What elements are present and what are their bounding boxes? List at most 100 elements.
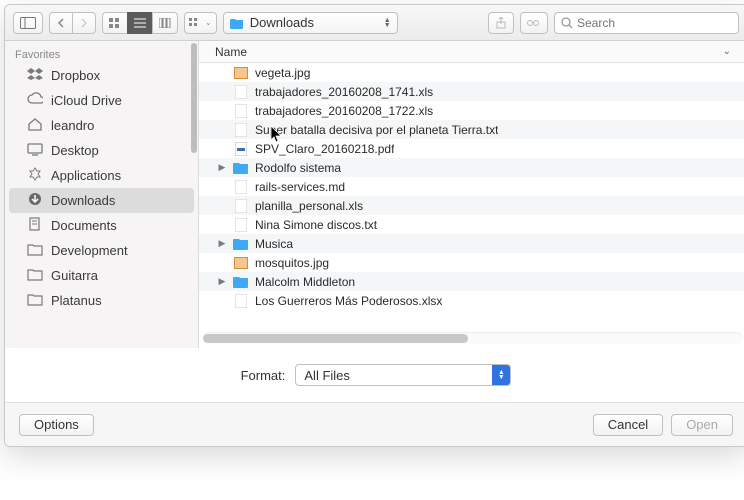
sidebar-item-downloads[interactable]: Downloads [9,188,194,213]
forward-button[interactable] [72,12,96,34]
disclosure-triangle[interactable]: ▶ [217,276,227,287]
sidebar-item-label: Platanus [51,293,102,308]
file-row[interactable]: trabajadores_20160208_1722.xls [199,101,744,120]
folder-icon [233,237,249,251]
footer: Options Cancel Open [5,402,744,446]
doc-icon [233,104,249,118]
path-popup[interactable]: Downloads ▲▼ [223,12,398,34]
group-button[interactable]: ⌄ [184,12,217,34]
horizontal-scrollbar[interactable] [203,332,743,344]
search-input[interactable] [577,16,732,30]
open-button[interactable]: Open [671,414,733,436]
file-name: Musica [255,237,293,251]
view-mode-buttons [102,12,178,34]
doc-icon [233,199,249,213]
share-button[interactable] [488,12,514,34]
format-label: Format: [241,368,286,383]
file-row[interactable]: Nina Simone discos.txt [199,215,744,234]
column-view-button[interactable] [152,12,178,34]
file-row[interactable]: ▶ Musica [199,234,744,253]
sidebar-item-label: Applications [51,168,121,183]
chevron-down-icon: ⌄ [723,46,731,57]
documents-icon [27,217,43,234]
list-view-button[interactable] [127,12,152,34]
doc-icon [233,218,249,232]
file-name: trabajadores_20160208_1722.xls [255,104,433,118]
folder-icon [233,161,249,175]
img-icon [233,256,249,270]
sidebar-item-label: iCloud Drive [51,93,122,108]
file-name: Super batalla decisiva por el planeta Ti… [255,123,498,137]
nav-buttons [49,12,96,34]
file-name: rails-services.md [255,180,345,194]
folder-icon [233,275,249,289]
sidebar-item-leandro[interactable]: leandro [9,113,194,138]
file-name: Rodolfo sistema [255,161,341,175]
file-row[interactable]: trabajadores_20160208_1741.xls [199,82,744,101]
file-name: Nina Simone discos.txt [255,218,377,232]
sidebar-item-label: Development [51,243,128,258]
doc-icon [233,294,249,308]
file-name: vegeta.jpg [255,66,310,80]
path-label: Downloads [250,15,314,30]
folder-icon [27,267,43,284]
pdf-icon [233,142,249,156]
sidebar-item-label: Guitarra [51,268,98,283]
sidebar-item-applications[interactable]: Applications [9,163,194,188]
sidebar-item-label: leandro [51,118,94,133]
scrollbar-thumb[interactable] [203,334,468,343]
disclosure-triangle[interactable]: ▶ [217,162,227,173]
file-row[interactable]: mosquitos.jpg [199,253,744,272]
column-header[interactable]: Name ⌄ [199,41,744,63]
file-row[interactable]: rails-services.md [199,177,744,196]
updown-icon: ▲▼ [492,365,510,385]
sidebar-item-label: Documents [51,218,117,233]
folder-icon [27,242,43,259]
column-name-label: Name [215,45,247,59]
file-area: Name ⌄ vegeta.jpg trabajadores_20160208_1… [199,41,744,348]
folder-icon [27,292,43,309]
sidebar-item-platanus[interactable]: Platanus [9,288,194,313]
sidebar-heading: Favorites [5,45,198,63]
sidebar-item-label: Dropbox [51,68,100,83]
folder-icon [230,17,244,29]
file-row[interactable]: planilla_personal.xls [199,196,744,215]
tags-button[interactable] [520,12,548,34]
search-field[interactable] [554,12,739,34]
open-dialog: ⌄ Downloads ▲▼ Favorites Dropbox iCloud D… [4,4,744,447]
cancel-button[interactable]: Cancel [593,414,663,436]
file-list[interactable]: vegeta.jpg trabajadores_20160208_1741.xls… [199,63,744,332]
sidebar-item-label: Desktop [51,143,99,158]
search-icon [561,17,573,29]
desktop-icon [27,142,43,159]
file-row[interactable]: Los Guerreros Más Poderosos.xlsx [199,291,744,310]
sidebar-item-desktop[interactable]: Desktop [9,138,194,163]
img-icon [233,66,249,80]
sidebar-item-icloud-drive[interactable]: iCloud Drive [9,88,194,113]
format-value: All Files [304,368,350,383]
sidebar-item-documents[interactable]: Documents [9,213,194,238]
back-button[interactable] [49,12,72,34]
sidebar-scrollbar[interactable] [191,43,197,153]
file-row[interactable]: ▶ Rodolfo sistema [199,158,744,177]
file-row[interactable]: ▶ Malcolm Middleton [199,272,744,291]
file-row[interactable]: vegeta.jpg [199,63,744,82]
icon-view-button[interactable] [102,12,127,34]
sidebar-item-dropbox[interactable]: Dropbox [9,63,194,88]
sidebar-item-development[interactable]: Development [9,238,194,263]
sidebar-toggle-button[interactable] [13,12,43,34]
file-name: SPV_Claro_20160218.pdf [255,142,394,156]
doc-icon [233,85,249,99]
file-row[interactable]: Super batalla decisiva por el planeta Ti… [199,120,744,139]
options-button[interactable]: Options [19,414,94,436]
home-icon [27,117,43,134]
format-select[interactable]: All Files ▲▼ [295,364,511,386]
sidebar-item-guitarra[interactable]: Guitarra [9,263,194,288]
sidebar: Favorites Dropbox iCloud Drive leandro Desk… [5,41,199,348]
file-name: Malcolm Middleton [255,275,355,289]
updown-icon: ▲▼ [384,18,391,28]
disclosure-triangle[interactable]: ▶ [217,238,227,249]
file-row[interactable]: SPV_Claro_20160218.pdf [199,139,744,158]
doc-icon [233,180,249,194]
sidebar-item-label: Downloads [51,193,115,208]
